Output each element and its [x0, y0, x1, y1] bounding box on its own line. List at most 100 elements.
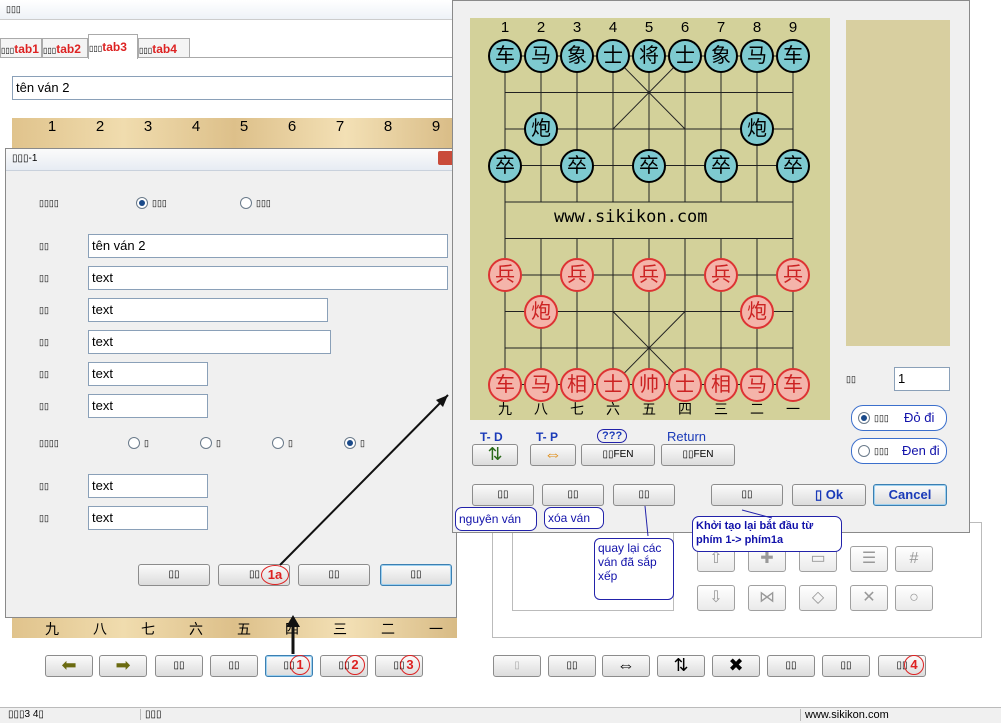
load-fen-button[interactable]: ▯▯FEN [581, 444, 655, 466]
red-piece[interactable]: 兵 [632, 258, 666, 292]
field-input-3[interactable]: text [88, 298, 328, 322]
editor-button-2[interactable]: ▯▯ [542, 484, 604, 506]
red-first-label: Đỏ đi [904, 410, 935, 425]
red-piece[interactable]: 兵 [704, 258, 738, 292]
field-input-1[interactable]: tên ván 2 [88, 234, 448, 258]
tab-3[interactable]: ▯▯▯tab3 [88, 34, 138, 59]
result-radio-2[interactable] [200, 437, 212, 449]
main-titlebar: ▯▯▯ [0, 0, 460, 20]
red-piece[interactable]: 炮 [524, 294, 558, 329]
field-input-4[interactable]: text [88, 330, 331, 354]
field-input-5[interactable]: text [88, 362, 208, 386]
tp-label: T- P [536, 430, 559, 444]
export-fen-button[interactable]: ▯▯FEN [661, 444, 735, 466]
black-piece[interactable]: 将 [632, 39, 666, 73]
tab-4[interactable]: ▯▯▯tab4 [138, 38, 190, 58]
black-piece[interactable]: 车 [488, 39, 522, 73]
black-piece[interactable]: 卒 [704, 148, 738, 183]
radio-option-2[interactable] [240, 197, 252, 209]
note-nguyen-van: nguyên ván [455, 507, 537, 531]
circle-shape-icon[interactable]: ○ [895, 585, 933, 611]
red-piece[interactable]: 士 [668, 367, 702, 402]
black-first-prefix: ▯▯▯ [874, 446, 889, 456]
extra-input-1[interactable]: text [88, 474, 208, 498]
black-piece[interactable]: 马 [524, 39, 558, 73]
col-number: 5 [239, 118, 249, 135]
red-piece[interactable]: 帅 [632, 367, 666, 402]
qqq-label: ??? [597, 429, 628, 443]
red-piece[interactable]: 兵 [560, 258, 594, 292]
red-piece[interactable]: 炮 [740, 294, 774, 329]
red-piece[interactable]: 相 [560, 367, 594, 402]
swap-vertical-icon[interactable]: ⇅ [657, 655, 705, 677]
game-name-input[interactable]: tên ván 2 [12, 76, 457, 100]
black-first-radio[interactable] [858, 445, 870, 457]
tab-2[interactable]: ▯▯▯tab2 [42, 38, 88, 58]
down-shape-icon[interactable]: ⇩ [697, 585, 735, 611]
col-number: 9 [431, 118, 441, 135]
note-xoa-van: xóa ván [544, 507, 604, 529]
radio-option-1[interactable] [136, 197, 148, 209]
black-piece[interactable]: 卒 [632, 148, 666, 183]
black-piece[interactable]: 卒 [560, 148, 594, 183]
dialog-button-4[interactable]: ▯▯ [380, 564, 452, 586]
red-piece[interactable]: 兵 [488, 258, 522, 292]
result-radio-1[interactable] [128, 437, 140, 449]
red-first-radio[interactable] [858, 412, 870, 424]
result-radio-1-label: ▯ [144, 438, 149, 448]
dialog-button-3[interactable]: ▯▯ [298, 564, 370, 586]
diamond-shape-icon[interactable]: ◇ [799, 585, 837, 611]
black-piece[interactable]: 士 [668, 39, 702, 73]
lines-shape-icon[interactable]: ☰ [850, 546, 888, 572]
grid-shape-icon[interactable]: # [895, 546, 933, 572]
black-piece[interactable]: 象 [560, 39, 594, 73]
editor-button-4[interactable]: ▯▯ [711, 484, 783, 506]
ok-button[interactable]: ▯ Ok [792, 484, 866, 506]
next-arrow-button[interactable]: ➡ [99, 655, 147, 677]
field-input-6[interactable]: text [88, 394, 208, 418]
board-col-number: 2 [536, 19, 546, 36]
red-piece[interactable]: 马 [740, 367, 774, 402]
field-input-2[interactable]: text [88, 266, 448, 290]
black-piece[interactable]: 车 [776, 39, 810, 73]
prev-arrow-button[interactable]: ⬅ [45, 655, 93, 677]
right-button-1[interactable]: ▯ [493, 655, 541, 677]
main-button-1[interactable]: ▯▯ [155, 655, 203, 677]
extra-input-2[interactable]: text [88, 506, 208, 530]
dialog-button-1[interactable]: ▯▯ [138, 564, 210, 586]
black-piece[interactable]: 卒 [488, 148, 522, 183]
main-button-2[interactable]: ▯▯ [210, 655, 258, 677]
board-bottom-number: 八 [534, 401, 548, 417]
cancel-button[interactable]: Cancel [873, 484, 947, 506]
editor-button-1[interactable]: ▯▯ [472, 484, 534, 506]
red-piece[interactable]: 士 [596, 367, 630, 402]
result-radio-4[interactable] [344, 437, 356, 449]
x-shape-icon[interactable]: ✕ [850, 585, 888, 611]
black-piece[interactable]: 炮 [740, 112, 774, 146]
black-piece[interactable]: 象 [704, 39, 738, 73]
flip-vertical-icon[interactable]: ⇅ [472, 444, 518, 466]
swap-horizontal-icon[interactable]: ⇔ [602, 655, 650, 677]
piece-tray[interactable] [846, 20, 950, 346]
cross-icon[interactable]: ✖ [712, 655, 760, 677]
bowtie-shape-icon[interactable]: ⋈ [748, 585, 786, 611]
flip-horizontal-icon[interactable]: ⇔ [530, 444, 576, 466]
right-button-2[interactable]: ▯▯ [548, 655, 596, 677]
red-piece[interactable]: 车 [488, 367, 522, 402]
red-piece[interactable]: 马 [524, 367, 558, 402]
right-button-3[interactable]: ▯▯ [767, 655, 815, 677]
black-piece[interactable]: 卒 [776, 148, 810, 183]
col-number: 7 [335, 118, 345, 135]
red-piece[interactable]: 车 [776, 367, 810, 402]
right-button-4[interactable]: ▯▯ [822, 655, 870, 677]
editor-button-3[interactable]: ▯▯ [613, 484, 675, 506]
black-piece[interactable]: 马 [740, 39, 774, 73]
black-piece[interactable]: 炮 [524, 112, 558, 146]
black-piece[interactable]: 士 [596, 39, 630, 73]
red-piece[interactable]: 相 [704, 367, 738, 402]
field-label: ▯▯ [39, 241, 49, 251]
tab-1[interactable]: ▯▯▯tab1 [0, 38, 42, 58]
result-radio-3[interactable] [272, 437, 284, 449]
red-piece[interactable]: 兵 [776, 258, 810, 292]
move-number-input[interactable]: 1 [894, 367, 950, 391]
